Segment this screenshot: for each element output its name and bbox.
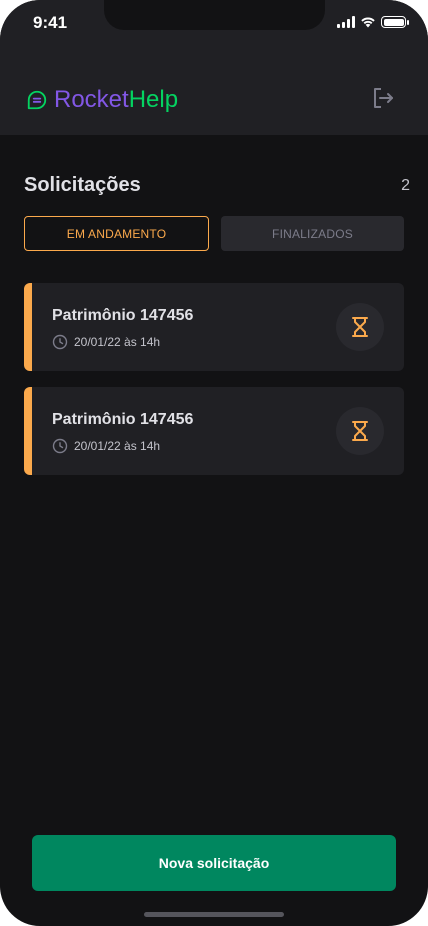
app-screen: 9:41 RocketHelp Solicitações 2 EM ANDAME… bbox=[0, 0, 428, 926]
logo-text-help: Help bbox=[128, 86, 179, 113]
status-circle bbox=[336, 303, 384, 351]
order-date: 20/01/22 às 14h bbox=[74, 335, 161, 349]
cellular-signal-icon bbox=[337, 16, 355, 28]
clock-icon bbox=[52, 334, 68, 350]
orders-list: Patrimônio 147456 20/01/22 às 14h Patrim… bbox=[24, 283, 404, 491]
order-date: 20/01/22 às 14h bbox=[74, 439, 161, 453]
filter-tabs: EM ANDAMENTO FINALIZADOS bbox=[24, 216, 404, 251]
order-title: Patrimônio 147456 bbox=[52, 307, 194, 324]
status-circle bbox=[336, 407, 384, 455]
order-meta: 20/01/22 às 14h bbox=[52, 438, 160, 454]
requests-count: 2 bbox=[401, 176, 410, 194]
clock-icon bbox=[52, 438, 68, 454]
app-logo: RocketHelp bbox=[26, 86, 178, 114]
device-notch bbox=[104, 0, 325, 30]
new-request-button[interactable]: Nova solicitação bbox=[32, 835, 396, 891]
status-time: 9:41 bbox=[33, 13, 68, 32]
tab-finished[interactable]: FINALIZADOS bbox=[221, 216, 404, 251]
title-row: Solicitações 2 bbox=[24, 174, 410, 197]
order-meta: 20/01/22 às 14h bbox=[52, 334, 160, 350]
logout-icon[interactable] bbox=[370, 85, 396, 111]
order-title: Patrimônio 147456 bbox=[52, 411, 194, 428]
order-card[interactable]: Patrimônio 147456 20/01/22 às 14h bbox=[24, 283, 404, 371]
header: 9:41 RocketHelp bbox=[0, 0, 428, 135]
logo-text: RocketHelp bbox=[54, 86, 178, 114]
status-bar-indicator bbox=[24, 283, 32, 371]
battery-icon bbox=[381, 16, 409, 28]
wifi-icon bbox=[361, 17, 375, 28]
order-card[interactable]: Patrimônio 147456 20/01/22 às 14h bbox=[24, 387, 404, 475]
chat-bubble-icon bbox=[27, 90, 47, 110]
page-title: Solicitações bbox=[24, 174, 141, 196]
status-bar-indicator bbox=[24, 387, 32, 475]
logo-text-rocket: Rocket bbox=[54, 86, 129, 113]
tab-in-progress[interactable]: EM ANDAMENTO bbox=[24, 216, 209, 251]
hourglass-icon bbox=[352, 317, 368, 337]
home-indicator bbox=[144, 912, 284, 917]
hourglass-icon bbox=[352, 421, 368, 441]
status-icons bbox=[337, 15, 409, 29]
